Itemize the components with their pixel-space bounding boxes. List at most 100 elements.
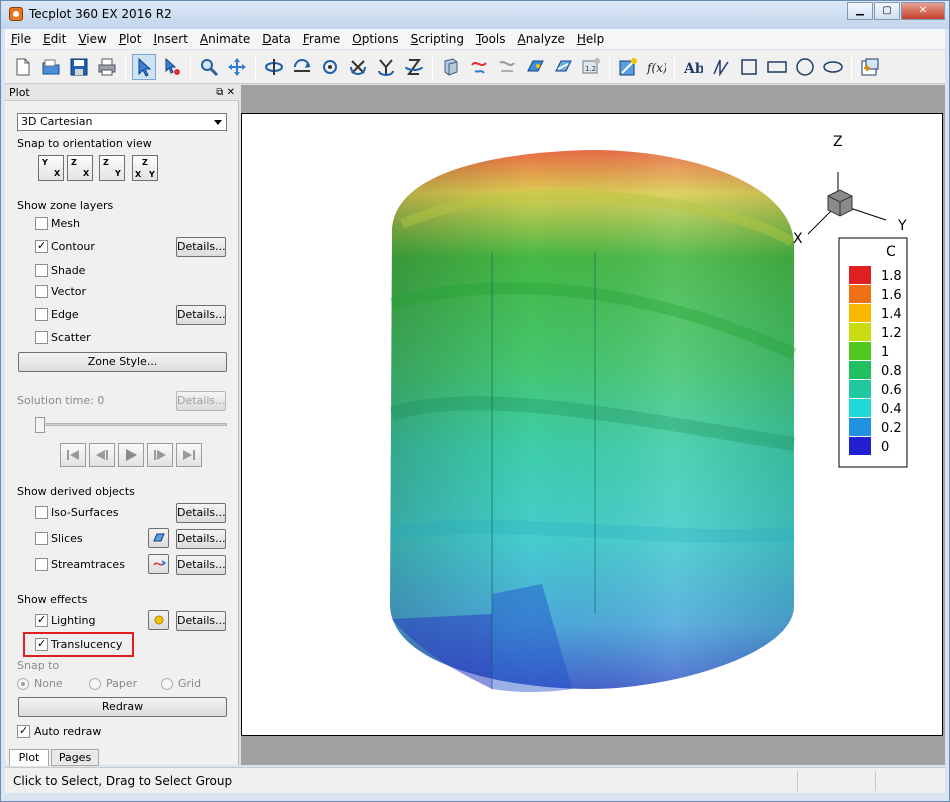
snap-view-yz-button[interactable]: ZY (99, 155, 125, 181)
slice-icon[interactable] (523, 54, 547, 80)
rectangle-tool-icon[interactable] (765, 54, 789, 80)
solution-time-slider-thumb[interactable] (35, 417, 45, 433)
translucency-checkbox[interactable] (35, 637, 48, 651)
rotate-z-icon[interactable] (402, 54, 426, 80)
step-forward-icon[interactable] (147, 443, 173, 467)
menu-tools[interactable]: Tools (470, 29, 512, 49)
adjustor-pointer-icon[interactable] (160, 54, 184, 80)
menu-scripting[interactable]: Scripting (405, 29, 470, 49)
skip-to-start-icon[interactable] (60, 443, 86, 467)
menu-file[interactable]: File (5, 29, 37, 49)
svg-text:1.2: 1.2 (585, 65, 596, 73)
contour-checkbox[interactable] (35, 239, 48, 253)
snap-view-xy-button[interactable]: YX (38, 155, 64, 181)
zone-style-button[interactable]: Zone Style... (18, 352, 227, 372)
lighting-checkbox[interactable] (35, 613, 48, 627)
menu-edit[interactable]: Edit (37, 29, 72, 49)
tab-pages[interactable]: Pages (51, 749, 99, 766)
menu-data[interactable]: Data (256, 29, 297, 49)
snap-orientation-label: Snap to orientation view (17, 137, 152, 150)
menu-analyze[interactable]: Analyze (512, 29, 571, 49)
polyline-tool-icon[interactable] (709, 54, 733, 80)
shade-checkbox[interactable] (35, 264, 48, 277)
snap-view-xz-button[interactable]: ZX (67, 155, 93, 181)
close-button[interactable]: ✕ (901, 2, 945, 20)
new-file-icon[interactable] (11, 54, 35, 80)
snap-grid-radio[interactable] (161, 678, 173, 690)
lighting-details-button[interactable]: Details... (176, 611, 226, 631)
snap-none-radio[interactable] (17, 678, 29, 690)
lighting-tool-icon[interactable] (148, 610, 169, 630)
menu-insert[interactable]: Insert (147, 29, 193, 49)
redraw-button[interactable]: Redraw (18, 697, 227, 717)
zoom-icon[interactable] (197, 54, 221, 80)
menu-animate[interactable]: Animate (194, 29, 256, 49)
slices-details-button[interactable]: Details... (176, 529, 226, 549)
snap-to-label: Snap to (17, 659, 60, 672)
step-back-icon[interactable] (89, 443, 115, 467)
rotate-x-icon[interactable] (346, 54, 370, 80)
streamtrace-icon[interactable] (467, 54, 491, 80)
play-icon[interactable] (118, 443, 144, 467)
rotate-twist-icon[interactable] (318, 54, 342, 80)
text-tool-icon[interactable]: Ab (681, 54, 705, 80)
translate-icon[interactable] (225, 54, 249, 80)
rotate-rollerball-icon[interactable] (290, 54, 314, 80)
rotate-y-icon[interactable] (374, 54, 398, 80)
menu-view[interactable]: View (72, 29, 112, 49)
slice-tool-icon[interactable] (148, 528, 169, 548)
rotate-spherical-icon[interactable] (262, 54, 286, 80)
streamtrace-tool-icon[interactable] (148, 554, 169, 574)
solution-time-details-button[interactable]: Details... (176, 391, 226, 411)
plot-frame[interactable]: Z Y X C 1.8 1.6 1.4 1.2 1 0.8 0.6 0.4 0.2 0 (241, 113, 943, 736)
streamtrace-line-icon[interactable] (495, 54, 519, 80)
menu-help[interactable]: Help (571, 29, 610, 49)
square-tool-icon[interactable] (737, 54, 761, 80)
plot-type-select[interactable]: 3D Cartesian (17, 113, 227, 131)
edge-checkbox[interactable] (35, 308, 48, 321)
contour-details-button[interactable]: Details... (176, 237, 226, 257)
legend-level-label: 1 (881, 345, 889, 360)
iso-surfaces-details-button[interactable]: Details... (176, 503, 226, 523)
iso-surfaces-checkbox[interactable] (35, 506, 48, 519)
tab-plot[interactable]: Plot (9, 749, 49, 766)
streamtraces-checkbox[interactable] (35, 558, 48, 571)
skip-to-end-icon[interactable] (176, 443, 202, 467)
menu-options[interactable]: Options (346, 29, 404, 49)
float-panel-icon[interactable]: ⧉ (216, 87, 223, 98)
sidebar-tabs: Plot Pages (5, 749, 239, 767)
maximize-button[interactable]: ▢ (874, 2, 900, 20)
circle-tool-icon[interactable] (793, 54, 817, 80)
snap-paper-radio[interactable] (89, 678, 101, 690)
data-label-icon[interactable]: 1.2 (579, 54, 603, 80)
edge-details-button[interactable]: Details... (176, 305, 226, 325)
add-frame-icon[interactable] (858, 54, 882, 80)
legend-level-label: 0.8 (881, 364, 902, 379)
iso-surface-icon[interactable] (551, 54, 575, 80)
select-pointer-icon[interactable] (132, 53, 156, 80)
snap-view-3d-button[interactable]: ZXY (132, 155, 158, 181)
streamtraces-details-button[interactable]: Details... (176, 555, 226, 575)
close-panel-icon[interactable]: ✕ (227, 87, 235, 98)
legend-level-label: 0 (881, 440, 889, 455)
save-icon[interactable] (67, 54, 91, 80)
main-toolbar: 1.2 f(x) Ab (5, 50, 945, 84)
minimize-button[interactable]: ▁ (847, 2, 873, 20)
edge-label: Edge (51, 308, 79, 321)
slices-checkbox[interactable] (35, 532, 48, 545)
mesh-checkbox[interactable] (35, 217, 48, 230)
ellipse-tool-icon[interactable] (821, 54, 845, 80)
vector-checkbox[interactable] (35, 285, 48, 298)
auto-redraw-checkbox[interactable] (17, 724, 30, 738)
plot-canvas: Z Y X C 1.8 1.6 1.4 1.2 1 0.8 0.6 0.4 0.2 0 (389, 134, 908, 693)
menu-frame[interactable]: Frame (297, 29, 346, 49)
probe-icon[interactable] (439, 54, 463, 80)
menu-plot[interactable]: Plot (113, 29, 148, 49)
contour-levels-icon[interactable] (616, 54, 640, 80)
window-title: Tecplot 360 EX 2016 R2 (29, 7, 172, 21)
print-icon[interactable] (95, 54, 119, 80)
open-file-icon[interactable] (39, 54, 63, 80)
effects-label: Show effects (17, 593, 88, 606)
equation-icon[interactable]: f(x) (644, 54, 668, 80)
scatter-checkbox[interactable] (35, 331, 48, 344)
